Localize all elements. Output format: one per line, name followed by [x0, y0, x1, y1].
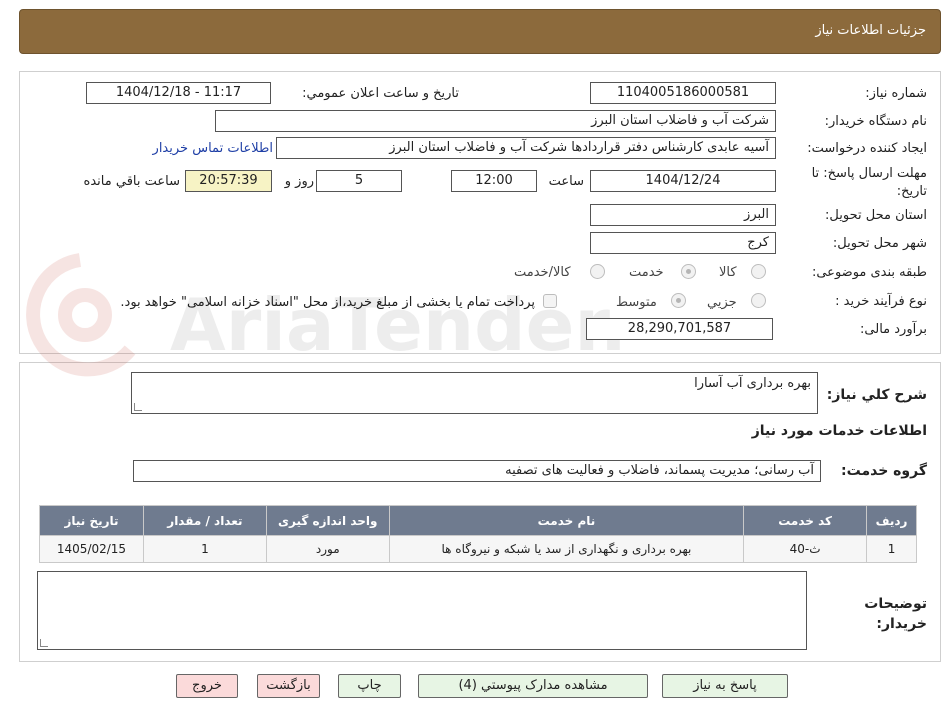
buyer-contact-link[interactable]: اطلاعات تماس خریدار [153, 141, 273, 156]
category-radio-goods-service[interactable] [590, 264, 605, 279]
province-field: البرز [590, 204, 776, 226]
category-radio-goods[interactable] [751, 264, 766, 279]
budget-label: برآورد مالی: [860, 322, 927, 337]
category-label: طبقه بندی موضوعی: [811, 265, 927, 280]
col-header-unit: واحد اندازه گیری [265, 505, 390, 536]
buyer-notes-textarea[interactable] [37, 571, 807, 650]
table-row: 1 ث-40 بهره برداری و نگهداری از سد یا شب… [39, 535, 917, 563]
requester-field: آسیه عابدی کارشناس دفتر قراردادها شرکت آ… [276, 137, 776, 159]
service-group-label: گروه خدمت: [841, 463, 927, 479]
days-remaining-field: 5 [316, 170, 402, 192]
summary-label: شرح کلي نیاز: [826, 387, 927, 403]
col-header-service-code: کد خدمت [743, 505, 868, 536]
announce-datetime-label: تاریخ و ساعت اعلان عمومي: [302, 86, 459, 101]
col-header-service-name: نام خدمت [388, 505, 745, 536]
cell-unit: مورد [265, 535, 390, 563]
category-radio-service[interactable] [681, 264, 696, 279]
deadline-time-label: ساعت [548, 174, 584, 189]
category-option-goods: کالا [719, 265, 737, 280]
remaining-time-field: 20:57:39 [185, 170, 272, 192]
table-header-row: ردیف کد خدمت نام خدمت واحد اندازه گیری ت… [39, 505, 917, 536]
col-header-quantity: تعداد / مقدار [142, 505, 267, 536]
buyer-notes-label: توضیحات خریدار: [864, 596, 927, 632]
city-field: کرج [590, 232, 776, 254]
days-label: روز و [284, 174, 314, 189]
cell-quantity: 1 [142, 535, 267, 563]
process-option-minor: جزیي [707, 295, 737, 310]
service-group-field: آب رسانی؛ مدیریت پسماند، فاضلاب و فعالیت… [133, 460, 821, 482]
deadline-label: مهلت ارسال پاسخ: تا تاریخ: [811, 166, 927, 199]
summary-textarea[interactable]: بهره برداری آب آسارا [131, 372, 818, 414]
page-title: جزئیات اطلاعات نیاز [815, 23, 926, 38]
resize-handle-icon[interactable] [134, 403, 142, 411]
category-option-goods-service: کالا/خدمت [514, 265, 571, 280]
exit-button[interactable]: خروج [176, 674, 238, 698]
budget-field: 28,290,701,587 [586, 318, 773, 340]
treasury-payment-checkbox[interactable] [543, 294, 557, 308]
province-label: استان محل تحویل: [825, 208, 927, 223]
process-radio-minor[interactable] [751, 293, 766, 308]
deadline-date-field: 1404/12/24 [590, 170, 776, 192]
view-attachments-button[interactable]: مشاهده مدارک پیوستي (4) [418, 674, 648, 698]
reply-to-need-button[interactable]: پاسخ به نیاز [662, 674, 788, 698]
process-radio-medium[interactable] [671, 293, 686, 308]
cell-service-name: بهره برداری و نگهداری از سد یا شبکه و نی… [388, 535, 745, 563]
cell-row-number: 1 [866, 535, 917, 563]
resize-handle-icon[interactable] [40, 639, 48, 647]
treasury-payment-note: پرداخت تمام یا بخشی از مبلغ خرید،از محل … [120, 295, 535, 310]
cell-service-code: ث-40 [743, 535, 868, 563]
city-label: شهر محل تحویل: [832, 236, 927, 251]
category-option-service: خدمت [629, 265, 664, 280]
remaining-time-label: ساعت باقي مانده [83, 174, 180, 189]
announce-datetime-field: 1404/12/18 - 11:17 [86, 82, 271, 104]
cell-need-date: 1405/02/15 [39, 535, 144, 563]
summary-text: بهره برداری آب آسارا [694, 376, 811, 391]
buyer-org-label: نام دستگاه خریدار: [824, 114, 927, 129]
services-table: ردیف کد خدمت نام خدمت واحد اندازه گیری ت… [39, 505, 917, 563]
page-header: جزئیات اطلاعات نیاز [19, 9, 941, 54]
col-header-row-number: ردیف [866, 505, 917, 536]
back-button[interactable]: بازگشت [257, 674, 320, 698]
need-number-field: 1104005186000581 [590, 82, 776, 104]
requester-label: ایجاد کننده درخواست: [807, 141, 927, 156]
print-button[interactable]: چاپ [338, 674, 401, 698]
need-number-label: شماره نیاز: [865, 86, 927, 101]
process-option-medium: متوسط [616, 295, 657, 310]
deadline-time-field: 12:00 [451, 170, 537, 192]
services-section-title: اطلاعات خدمات مورد نیاز [751, 423, 927, 439]
col-header-need-date: تاریخ نیاز [39, 505, 144, 536]
buyer-org-field: شرکت آب و فاضلاب استان البرز [215, 110, 776, 132]
process-type-label: نوع فرآیند خرید : [835, 294, 927, 309]
